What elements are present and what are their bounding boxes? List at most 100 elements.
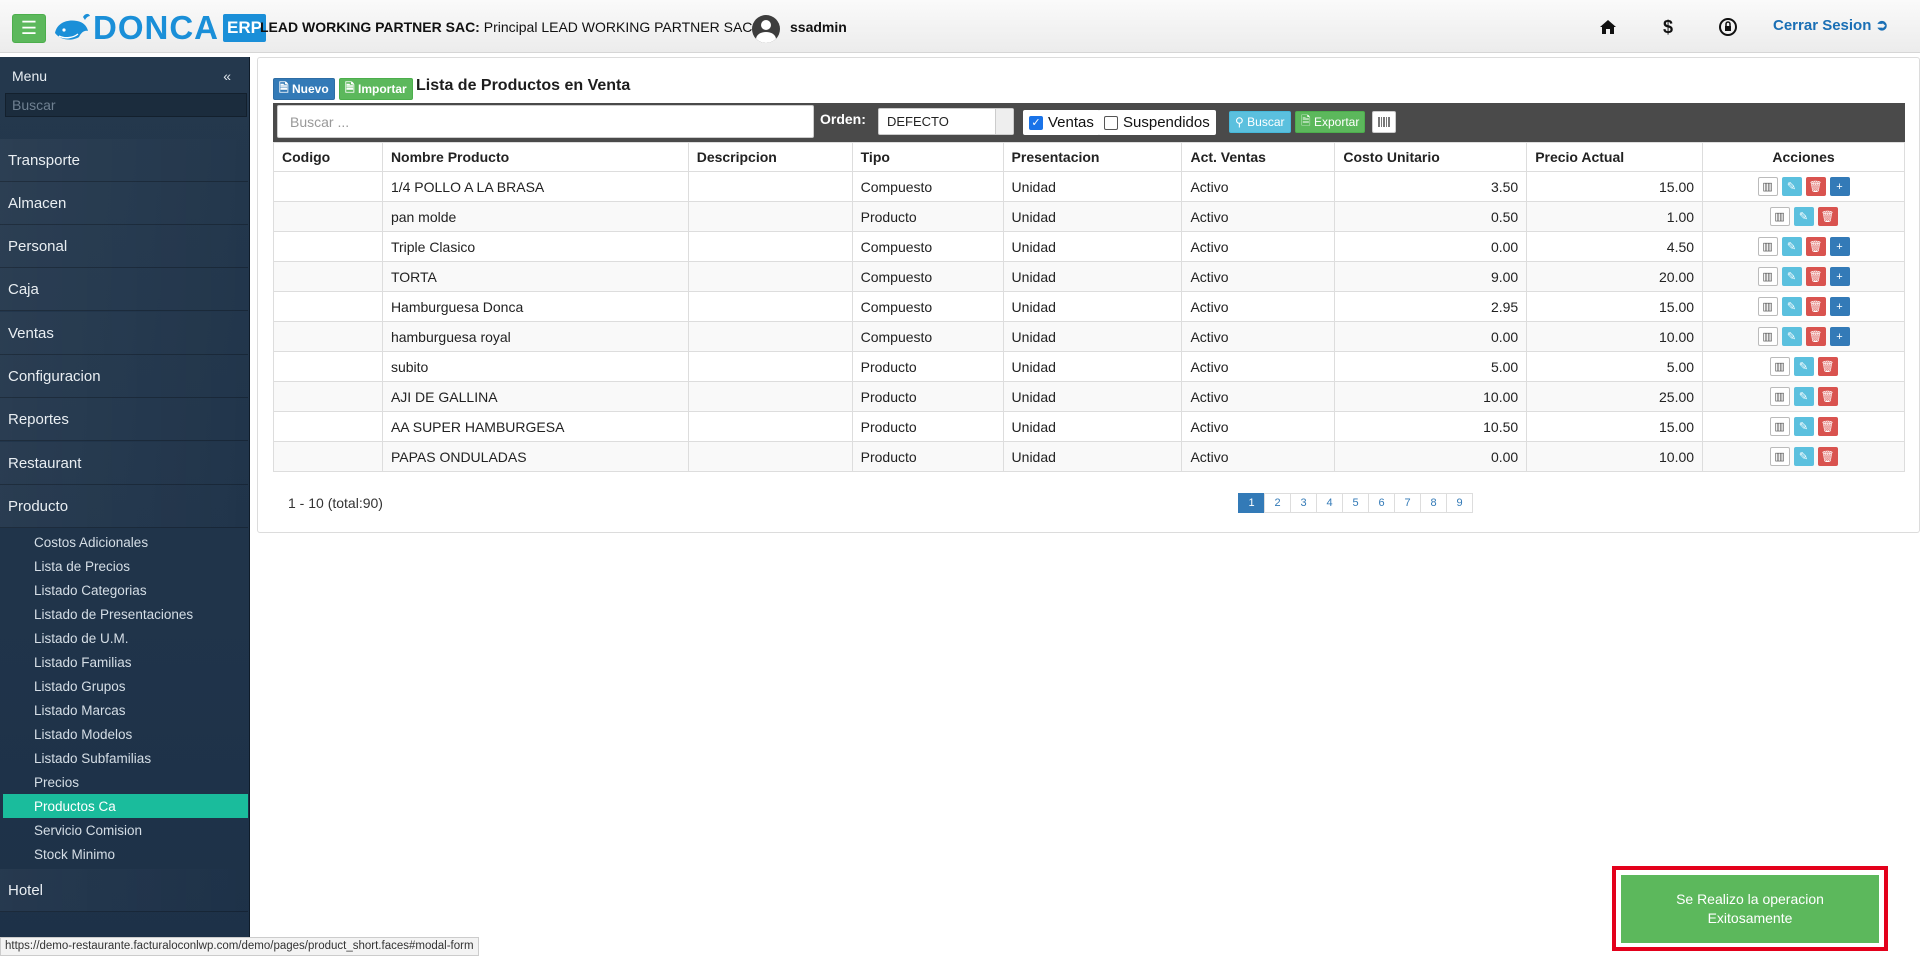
trash-icon[interactable]: 🗑 [1805, 237, 1826, 256]
edit-icon[interactable]: ✎ [1793, 357, 1814, 376]
barcode-icon[interactable]: ▥ [1757, 267, 1778, 286]
importar-button[interactable]: 🗎 Importar [339, 78, 413, 100]
sub-item-precios[interactable]: Precios [3, 770, 248, 794]
trash-icon[interactable]: 🗑 [1817, 417, 1838, 436]
sub-item-servicio-comision[interactable]: Servicio Comision [3, 818, 248, 842]
plus-circle-icon[interactable]: + [1829, 177, 1850, 196]
table-row[interactable]: pan molde Producto Unidad Activo 0.50 1.00 ▥ ✎ 🗑 [273, 201, 1905, 232]
orden-select[interactable]: DEFECTO [878, 108, 1014, 135]
sub-item-listado-categorias[interactable]: Listado Categorias [3, 578, 248, 602]
col-header-nombre[interactable]: Nombre Producto [381, 142, 689, 172]
page-9-link[interactable]: 9 [1446, 493, 1473, 513]
sidebar-search-input[interactable] [5, 93, 247, 117]
sidebar-item-personal[interactable]: Personal [0, 225, 248, 268]
lock-icon[interactable] [1716, 15, 1740, 39]
collapse-sidebar-icon[interactable]: « [223, 68, 231, 84]
dollar-icon[interactable]: $ [1656, 15, 1680, 39]
trash-icon[interactable]: 🗑 [1805, 297, 1826, 316]
trash-icon[interactable]: 🗑 [1805, 267, 1826, 286]
sub-item-listado-subfamilias[interactable]: Listado Subfamilias [3, 746, 248, 770]
sub-item-listado-presentaciones[interactable]: Listado de Presentaciones [3, 602, 248, 626]
sub-item-productos-ca[interactable]: Productos Ca [3, 794, 248, 818]
sidebar-item-ventas[interactable]: Ventas [0, 312, 248, 355]
barcode-icon[interactable]: ▥ [1757, 177, 1778, 196]
table-row[interactable]: PAPAS ONDULADAS Producto Unidad Activo 0.00 1… [273, 441, 1905, 472]
table-row[interactable]: hamburguesa royal Compuesto Unidad Activo 0.… [273, 321, 1905, 352]
sub-item-lista-precios[interactable]: Lista de Precios [3, 554, 248, 578]
edit-icon[interactable]: ✎ [1781, 177, 1802, 196]
nuevo-button[interactable]: 🗎 Nuevo [273, 78, 335, 100]
sidebar-item-transporte[interactable]: Transporte [0, 139, 248, 182]
edit-icon[interactable]: ✎ [1781, 327, 1802, 346]
col-header-presentacion[interactable]: Presentacion [1002, 142, 1183, 172]
edit-icon[interactable]: ✎ [1781, 237, 1802, 256]
sub-item-listado-familias[interactable]: Listado Familias [3, 650, 248, 674]
plus-circle-icon[interactable]: + [1829, 327, 1850, 346]
barcode-icon[interactable]: ▥ [1769, 447, 1790, 466]
plus-circle-icon[interactable]: + [1829, 297, 1850, 316]
buscar-button[interactable]: ⚲ Buscar [1229, 111, 1291, 133]
page-6-link[interactable]: 6 [1368, 493, 1395, 513]
username[interactable]: ssadmin [790, 19, 847, 35]
sub-item-listado-marcas[interactable]: Listado Marcas [3, 698, 248, 722]
col-header-codigo[interactable]: Codigo [273, 142, 383, 172]
page-2-link[interactable]: 2 [1264, 493, 1291, 513]
edit-icon[interactable]: ✎ [1793, 387, 1814, 406]
trash-icon[interactable]: 🗑 [1805, 177, 1826, 196]
hamburger-menu-icon[interactable]: ☰ [12, 14, 46, 43]
ventas-checkbox[interactable]: ✓ Ventas [1023, 110, 1100, 135]
barcode-icon[interactable]: ▥ [1757, 237, 1778, 256]
sub-item-listado-modelos[interactable]: Listado Modelos [3, 722, 248, 746]
table-row[interactable]: TORTA Compuesto Unidad Activo 9.00 20.00 ▥ ✎ 🗑 + [273, 261, 1905, 292]
trash-icon[interactable]: 🗑 [1805, 327, 1826, 346]
page-7-link[interactable]: 7 [1394, 493, 1421, 513]
edit-icon[interactable]: ✎ [1781, 297, 1802, 316]
sub-item-costos-adicionales[interactable]: Costos Adicionales [3, 530, 248, 554]
app-logo[interactable]: DONCA ERP [53, 10, 266, 46]
table-row[interactable]: Triple Clasico Compuesto Unidad Activo 0.00 4… [273, 231, 1905, 262]
sidebar-item-hotel[interactable]: Hotel [0, 869, 248, 912]
barcode-icon[interactable]: ▥ [1769, 207, 1790, 226]
col-header-act-ventas[interactable]: Act. Ventas [1181, 142, 1336, 172]
edit-icon[interactable]: ✎ [1793, 447, 1814, 466]
sidebar-item-restaurant[interactable]: Restaurant [0, 442, 248, 485]
plus-circle-icon[interactable]: + [1829, 267, 1850, 286]
suspendidos-checkbox[interactable]: Suspendidos [1098, 110, 1216, 135]
edit-icon[interactable]: ✎ [1793, 207, 1814, 226]
trash-icon[interactable]: 🗑 [1817, 207, 1838, 226]
trash-icon[interactable]: 🗑 [1817, 387, 1838, 406]
page-5-link[interactable]: 5 [1342, 493, 1369, 513]
barcode-icon[interactable]: ▥ [1769, 357, 1790, 376]
page-1-link[interactable]: 1 [1238, 493, 1265, 513]
table-row[interactable]: Hamburguesa Donca Compuesto Unidad Activo 2.… [273, 291, 1905, 322]
exportar-button[interactable]: 🗎 Exportar [1295, 111, 1366, 133]
table-row[interactable]: AJI DE GALLINA Producto Unidad Activo 10.00 2… [273, 381, 1905, 412]
table-row[interactable]: 1/4 POLLO A LA BRASA Compuesto Unidad Activ… [273, 171, 1905, 202]
col-header-tipo[interactable]: Tipo [851, 142, 1004, 172]
table-row[interactable]: AA SUPER HAMBURGESA Producto Unidad Activo 1… [273, 411, 1905, 442]
trash-icon[interactable]: 🗑 [1817, 447, 1838, 466]
barcode-icon[interactable]: ▥ [1757, 327, 1778, 346]
sub-item-listado-um[interactable]: Listado de U.M. [3, 626, 248, 650]
product-search-input[interactable] [277, 105, 814, 138]
edit-icon[interactable]: ✎ [1781, 267, 1802, 286]
trash-icon[interactable]: 🗑 [1817, 357, 1838, 376]
plus-circle-icon[interactable]: + [1829, 237, 1850, 256]
sidebar-item-almacen[interactable]: Almacen [0, 182, 248, 225]
col-header-costo[interactable]: Costo Unitario [1334, 142, 1528, 172]
sub-item-listado-grupos[interactable]: Listado Grupos [3, 674, 248, 698]
barcode-icon[interactable]: ▥ [1769, 417, 1790, 436]
user-avatar-icon[interactable] [752, 15, 780, 43]
barcode-icon[interactable]: ▥ [1769, 387, 1790, 406]
page-4-link[interactable]: 4 [1316, 493, 1343, 513]
sidebar-item-reportes[interactable]: Reportes [0, 398, 248, 441]
columns-toggle-button[interactable] [1372, 111, 1396, 133]
page-8-link[interactable]: 8 [1420, 493, 1447, 513]
page-3-link[interactable]: 3 [1290, 493, 1317, 513]
col-header-descripcion[interactable]: Descripcion [687, 142, 853, 172]
sidebar-item-producto[interactable]: Producto [0, 485, 248, 528]
logout-link[interactable]: Cerrar Sesion ➲ [1773, 16, 1888, 34]
success-toast[interactable]: Se Realizo la operacion Exitosamente [1621, 875, 1879, 943]
barcode-icon[interactable]: ▥ [1757, 297, 1778, 316]
table-row[interactable]: subito Producto Unidad Activo 5.00 5.00 ▥ ✎ 🗑 [273, 351, 1905, 382]
